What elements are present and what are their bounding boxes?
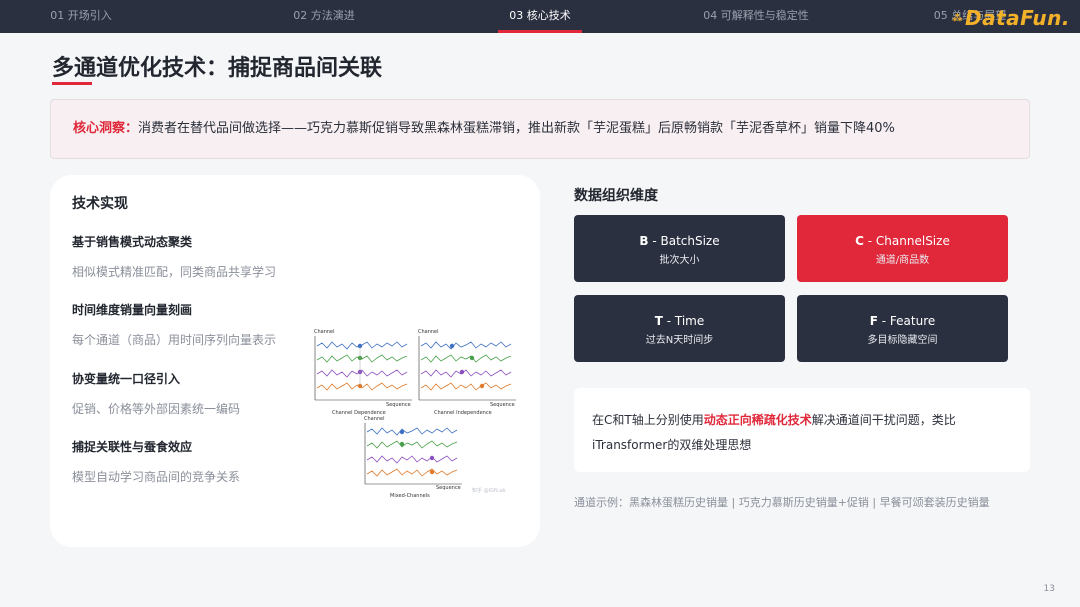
- dim-feature-card: F - Feature 多目标隐藏空间: [797, 295, 1008, 362]
- axis-label-sequence: Sequence: [436, 485, 461, 491]
- dim-desc: 通道/商品数: [875, 255, 930, 266]
- title-underline: [52, 82, 92, 85]
- tech-item-desc: 每个通道（商品）用时间序列向量表示: [72, 333, 277, 347]
- dim-key: F: [869, 314, 878, 328]
- dim-name: - Time: [662, 314, 705, 328]
- panel-mixed-channels: Channel Sequence Mixed-Channels 知乎 @IGN.…: [364, 416, 506, 499]
- axis-label-channel: Channel: [314, 329, 335, 335]
- tech-item: 捕捉关联性与蚕食效应 模型自动学习商品间的竞争关系: [72, 438, 332, 485]
- tab-methods[interactable]: 02 方法演进: [283, 0, 365, 33]
- tech-item-heading: 基于销售模式动态聚类: [72, 235, 193, 249]
- tech-item: 协变量统一口径引入 促销、价格等外部因素统一编码: [72, 370, 332, 417]
- tab-intro[interactable]: 01 开场引入: [46, 0, 116, 33]
- dim-key: T: [654, 314, 663, 328]
- tab-interpretability[interactable]: 04 可解释性与稳定性: [696, 0, 816, 33]
- page-number: 13: [1043, 584, 1055, 594]
- note-post: 解决通道间干扰问题，类比: [811, 413, 956, 427]
- logo-text: DataFun.: [965, 6, 1070, 30]
- channel-strategy-figure: Channel Sequence Channel Dependence Chan…: [314, 329, 516, 499]
- channel-example: 通道示例：黑森林蛋糕历史销量 | 巧克力慕斯历史销量+促销 | 早餐可颂套装历史…: [574, 496, 990, 509]
- insight-banner: 核心洞察：消费者在替代品间做选择——巧克力慕斯促销导致黑森林蛋糕滞销，推出新款「…: [50, 99, 1030, 159]
- tech-item-heading: 协变量统一口径引入: [72, 372, 181, 386]
- caption-channel-independence: Channel Independence: [434, 410, 492, 416]
- note-line2: iTransformer的双维处理思想: [592, 438, 752, 452]
- axis-label-sequence: Sequence: [386, 402, 411, 408]
- datafun-logo: ⁂ DataFun.: [952, 6, 1070, 30]
- note-pre: 在C和T轴上分别使用: [592, 413, 704, 427]
- axis-label-channel: Channel: [364, 416, 385, 422]
- figure-watermark: 知乎 @IGN.ab: [472, 487, 506, 494]
- axis-label-sequence: Sequence: [490, 402, 515, 408]
- tech-item-desc: 模型自动学习商品间的竞争关系: [72, 470, 241, 484]
- dim-desc: 批次大小: [659, 255, 700, 266]
- insight-text: 消费者在替代品间做选择——巧克力慕斯促销导致黑森林蛋糕滞销，推出新款「芋泥蛋糕」…: [138, 121, 895, 136]
- tech-item-heading: 捕捉关联性与蚕食效应: [72, 440, 193, 454]
- tech-card: 技术实现 基于销售模式动态聚类 相似模式精准匹配，同类商品共享学习 时间维度销量…: [50, 175, 540, 547]
- tech-item-desc: 促销、价格等外部因素统一编码: [72, 402, 241, 416]
- sparsification-note: 在C和T轴上分别使用动态正向稀疏化技术解决通道间干扰问题，类比 iTransfo…: [574, 388, 1030, 472]
- tech-item-heading: 时间维度销量向量刻画: [72, 303, 193, 317]
- dim-name: - Feature: [877, 314, 936, 328]
- dim-desc: 多目标隐藏空间: [867, 335, 938, 346]
- dim-key: B: [639, 234, 649, 248]
- tab-core-tech[interactable]: 03 核心技术: [498, 0, 582, 33]
- page-title: 多通道优化技术：捕捉商品间关联: [52, 56, 383, 81]
- insight-label: 核心洞察：: [73, 121, 139, 136]
- dims-title: 数据组织维度: [574, 188, 658, 204]
- dim-name: - BatchSize: [648, 234, 720, 248]
- dim-desc: 过去N天时间步: [645, 335, 714, 346]
- dim-key: C: [855, 234, 864, 248]
- note-highlight: 动态正向稀疏化技术: [703, 413, 812, 427]
- dim-channelsize-card: C - ChannelSize 通道/商品数: [797, 215, 1008, 282]
- panel-channel-dependence: Channel Sequence Channel Dependence: [314, 329, 412, 416]
- axis-label-channel: Channel: [418, 329, 439, 335]
- dim-time-card: T - Time 过去N天时间步: [574, 295, 785, 362]
- tech-item: 基于销售模式动态聚类 相似模式精准匹配，同类商品共享学习: [72, 233, 332, 280]
- tech-item: 时间维度销量向量刻画 每个通道（商品）用时间序列向量表示: [72, 301, 332, 348]
- dim-batchsize-card: B - BatchSize 批次大小: [574, 215, 785, 282]
- tech-item-desc: 相似模式精准匹配，同类商品共享学习: [72, 265, 277, 279]
- top-nav: 01 开场引入 02 方法演进 03 核心技术 04 可解释性与稳定性 05 总…: [0, 0, 1080, 33]
- tech-card-title: 技术实现: [72, 196, 128, 212]
- caption-mixed-channels: Mixed-Channels: [390, 493, 430, 499]
- dim-name: - ChannelSize: [863, 234, 950, 248]
- panel-channel-independence: Channel Sequence Channel Independence: [418, 329, 516, 416]
